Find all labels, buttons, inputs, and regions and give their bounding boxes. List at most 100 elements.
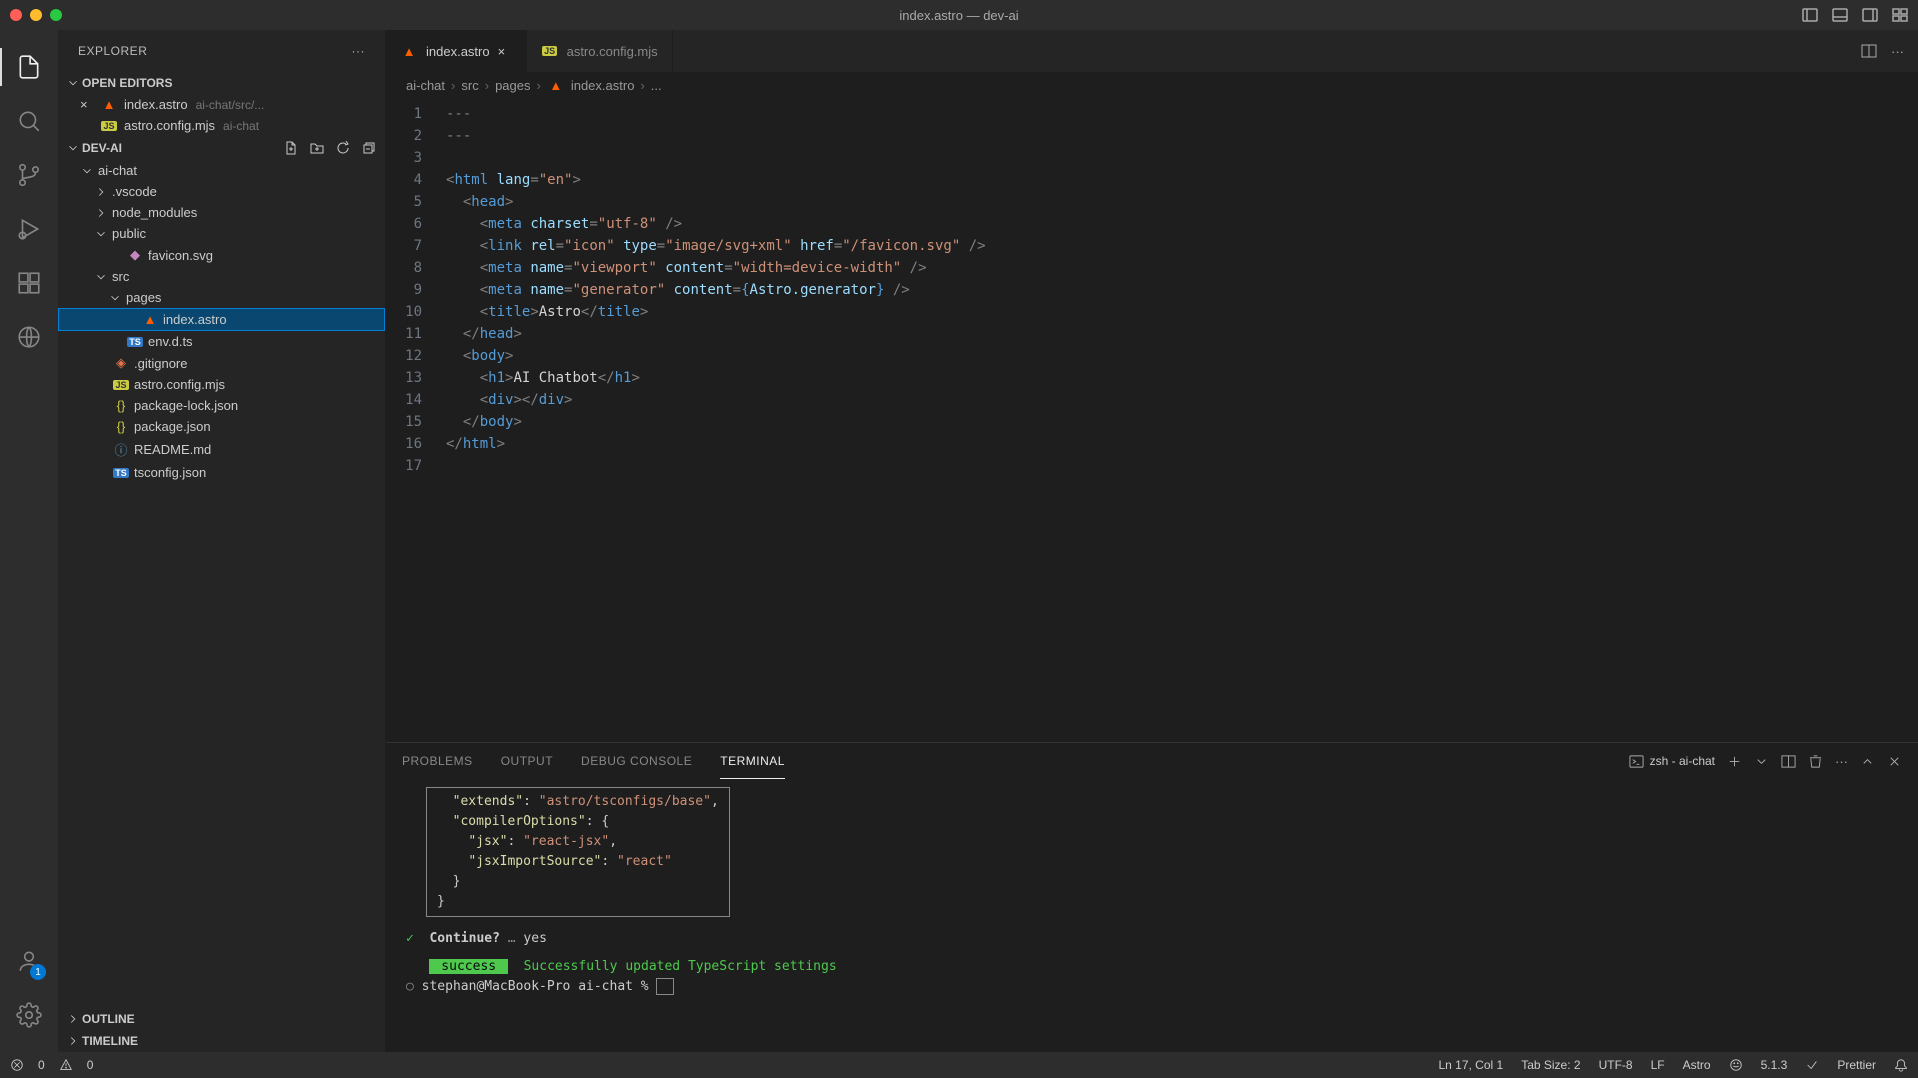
tree-item-label: public <box>112 226 146 241</box>
ts-file-icon: TS <box>126 337 144 347</box>
new-folder-icon[interactable] <box>309 140 325 156</box>
explorer-more-icon[interactable]: ··· <box>352 44 366 58</box>
tab-label: index.astro <box>426 44 490 59</box>
toggle-secondary-sidebar-icon[interactable] <box>1862 7 1878 23</box>
tree-item-label: ai-chat <box>98 163 137 178</box>
chevron-down-icon <box>66 141 80 155</box>
activity-remote[interactable] <box>0 310 58 364</box>
more-editor-actions-icon[interactable]: ··· <box>1891 44 1904 59</box>
close-panel-icon[interactable] <box>1887 754 1902 769</box>
tree-file[interactable]: {}package-lock.json <box>58 395 385 416</box>
toggle-primary-sidebar-icon[interactable] <box>1802 7 1818 23</box>
tree-item-label: src <box>112 269 129 284</box>
activity-accounts[interactable]: 1 <box>0 934 58 988</box>
window-close-button[interactable] <box>10 9 22 21</box>
collapse-all-icon[interactable] <box>361 140 377 156</box>
panel-tab-terminal[interactable]: TERMINAL <box>720 744 785 779</box>
cursor-position[interactable]: Ln 17, Col 1 <box>1438 1058 1503 1072</box>
open-editor-item[interactable]: ×▲index.astroai-chat/src/... <box>58 94 385 115</box>
activity-run-debug[interactable] <box>0 202 58 256</box>
breadcrumb[interactable]: ai-chat›src›pages›▲index.astro›... <box>386 72 1918 99</box>
prettier-status[interactable]: Prettier <box>1837 1058 1876 1072</box>
close-icon[interactable]: × <box>80 97 94 112</box>
tree-folder[interactable]: ai-chat <box>58 160 385 181</box>
editor-tab[interactable]: JSastro.config.mjs <box>527 30 673 72</box>
tree-file[interactable]: TStsconfig.json <box>58 462 385 483</box>
toggle-panel-icon[interactable] <box>1832 7 1848 23</box>
split-terminal-icon[interactable] <box>1781 754 1796 769</box>
tree-folder[interactable]: src <box>58 266 385 287</box>
activity-settings[interactable] <box>0 988 58 1042</box>
breadcrumb-item[interactable]: src <box>461 78 478 93</box>
breadcrumb-item[interactable]: ai-chat <box>406 78 445 93</box>
activity-extensions[interactable] <box>0 256 58 310</box>
code-editor[interactable]: 1234567891011121314151617 ------ <html l… <box>386 99 1918 742</box>
git-file-icon: ◈ <box>112 355 130 371</box>
tab-size[interactable]: Tab Size: 2 <box>1521 1058 1580 1072</box>
prettier-check-icon <box>1805 1058 1819 1072</box>
error-count[interactable]: 0 <box>38 1058 45 1072</box>
editor-tab[interactable]: ▲index.astro× <box>386 30 527 72</box>
tree-folder[interactable]: node_modules <box>58 202 385 223</box>
window-minimize-button[interactable] <box>30 9 42 21</box>
tree-file[interactable]: {}package.json <box>58 416 385 437</box>
encoding[interactable]: UTF-8 <box>1599 1058 1633 1072</box>
chevron-right-icon <box>94 185 108 199</box>
close-icon[interactable]: × <box>498 44 512 59</box>
split-editor-icon[interactable] <box>1861 43 1877 59</box>
language-mode[interactable]: Astro <box>1683 1058 1711 1072</box>
activity-source-control[interactable] <box>0 148 58 202</box>
activity-search[interactable] <box>0 94 58 148</box>
eol[interactable]: LF <box>1651 1058 1665 1072</box>
refresh-icon[interactable] <box>335 140 351 156</box>
open-editors-header[interactable]: OPEN EDITORS <box>58 72 385 94</box>
breadcrumb-sep: › <box>536 78 540 93</box>
open-editor-item[interactable]: ×JSastro.config.mjsai-chat <box>58 115 385 136</box>
timeline-header[interactable]: TIMELINE <box>58 1030 385 1052</box>
breadcrumb-item[interactable]: ... <box>651 78 662 93</box>
tree-file[interactable]: ◆favicon.svg <box>58 244 385 266</box>
tree-file[interactable]: ⓘ README.md <box>58 437 385 462</box>
breadcrumb-item[interactable]: index.astro <box>571 78 635 93</box>
new-terminal-icon[interactable] <box>1727 754 1742 769</box>
chevron-down-icon <box>66 76 80 90</box>
warning-icon[interactable] <box>59 1058 73 1072</box>
globe-icon <box>16 324 42 350</box>
tree-file[interactable]: TSenv.d.ts <box>58 331 385 352</box>
tree-folder[interactable]: pages <box>58 287 385 308</box>
tree-folder[interactable]: public <box>58 223 385 244</box>
new-file-icon[interactable] <box>283 140 299 156</box>
kill-terminal-icon[interactable] <box>1808 754 1823 769</box>
outline-header[interactable]: OUTLINE <box>58 1008 385 1030</box>
tree-folder[interactable]: .vscode <box>58 181 385 202</box>
terminal-dropdown-icon[interactable] <box>1754 754 1769 769</box>
warning-count[interactable]: 0 <box>87 1058 94 1072</box>
window-maximize-button[interactable] <box>50 9 62 21</box>
md-file-icon: ⓘ <box>112 440 130 459</box>
open-editor-name: index.astro <box>124 97 188 112</box>
panel-tab-output[interactable]: OUTPUT <box>501 744 553 779</box>
chevron-right-icon <box>66 1012 80 1026</box>
outline-label: OUTLINE <box>82 1012 135 1026</box>
error-icon[interactable] <box>10 1058 24 1072</box>
panel-tab-debug-console[interactable]: DEBUG CONSOLE <box>581 744 692 779</box>
tree-file[interactable]: ▲index.astro <box>58 308 385 331</box>
notifications-icon[interactable] <box>1894 1058 1908 1072</box>
activity-explorer[interactable] <box>0 40 58 94</box>
terminal-selector[interactable]: zsh - ai-chat <box>1629 754 1715 769</box>
feedback-icon[interactable] <box>1729 1058 1743 1072</box>
tree-file[interactable]: ◈.gitignore <box>58 352 385 374</box>
panel-tab-problems[interactable]: PROBLEMS <box>402 744 473 779</box>
maximize-panel-icon[interactable] <box>1860 754 1875 769</box>
tree-item-label: README.md <box>134 442 211 457</box>
terminal-content[interactable]: "extends": "astro/tsconfigs/base", "comp… <box>386 779 1918 1052</box>
chevron-right-icon <box>94 206 108 220</box>
breadcrumb-item[interactable]: pages <box>495 78 530 93</box>
astro-version[interactable]: 5.1.3 <box>1761 1058 1788 1072</box>
project-header[interactable]: DEV-AI <box>58 136 385 160</box>
astro-file-icon: ▲ <box>141 312 159 327</box>
customize-layout-icon[interactable] <box>1892 7 1908 23</box>
panel-more-icon[interactable]: ··· <box>1835 754 1848 769</box>
tree-file[interactable]: JSastro.config.mjs <box>58 374 385 395</box>
breadcrumb-sep: › <box>485 78 489 93</box>
